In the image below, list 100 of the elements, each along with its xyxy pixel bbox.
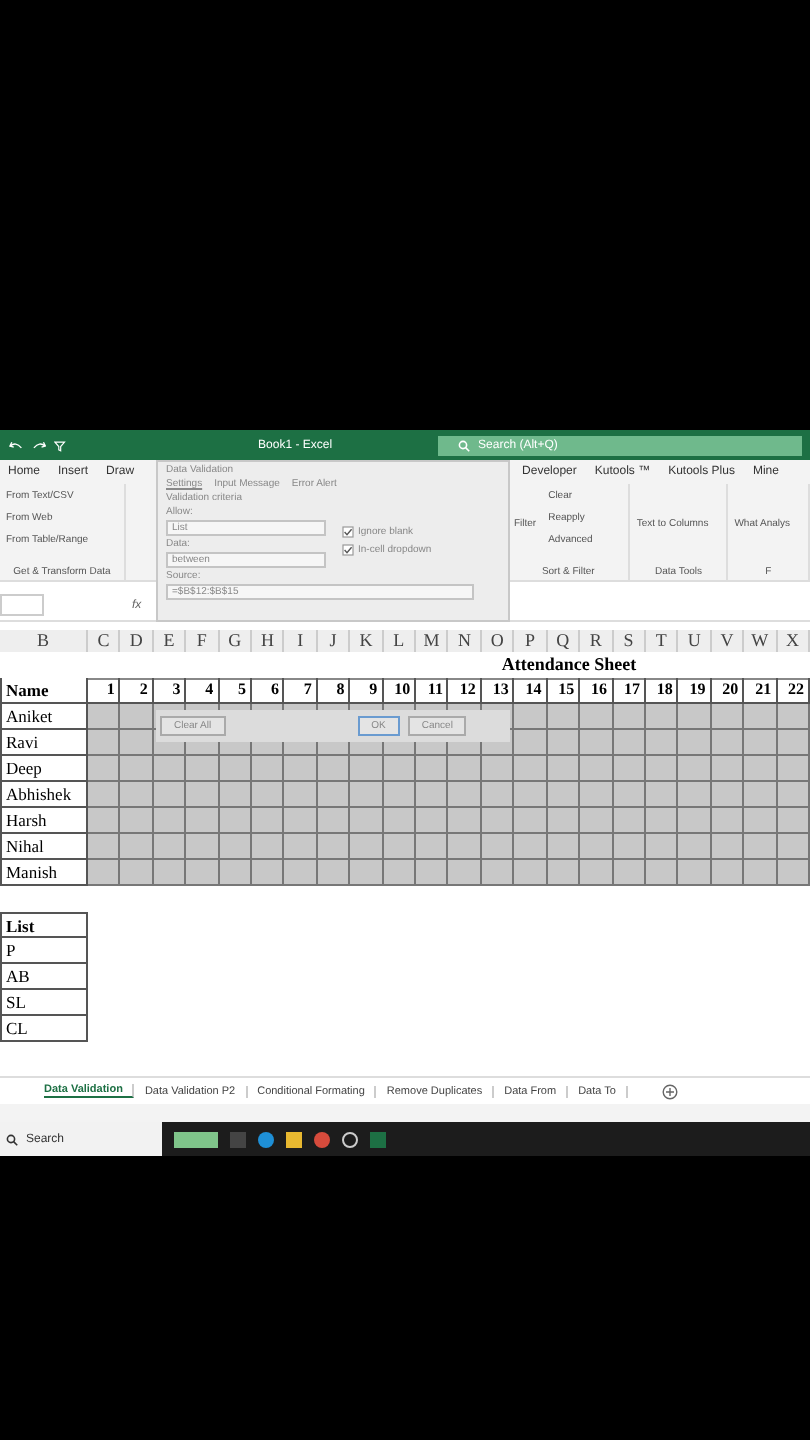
column-header[interactable]: T xyxy=(645,630,679,652)
attendance-cell[interactable] xyxy=(252,834,285,860)
attendance-cell[interactable] xyxy=(120,730,154,756)
attendance-cell[interactable] xyxy=(284,860,318,886)
attendance-cell[interactable] xyxy=(383,782,417,808)
attendance-cell[interactable] xyxy=(777,808,810,834)
column-header[interactable]: S xyxy=(613,630,646,652)
attendance-cell[interactable] xyxy=(580,704,614,730)
attendance-cell[interactable] xyxy=(744,730,778,756)
attendance-cell[interactable] xyxy=(547,730,581,756)
undo-icon[interactable] xyxy=(8,439,24,451)
attendance-cell[interactable] xyxy=(481,808,515,834)
filter-icon[interactable] xyxy=(54,439,67,451)
attendance-cell[interactable] xyxy=(547,756,581,782)
attendance-cell[interactable] xyxy=(613,730,646,756)
attendance-cell[interactable] xyxy=(383,834,417,860)
attendance-cell[interactable] xyxy=(120,834,154,860)
attendance-cell[interactable] xyxy=(678,834,712,860)
browser-icon[interactable] xyxy=(314,1131,330,1147)
column-header[interactable]: K xyxy=(350,630,384,652)
name-box[interactable] xyxy=(0,594,44,616)
attendance-cell[interactable] xyxy=(645,730,679,756)
attendance-cell[interactable] xyxy=(711,834,745,860)
attendance-cell[interactable] xyxy=(645,782,679,808)
attendance-cell[interactable] xyxy=(252,756,285,782)
attendance-cell[interactable] xyxy=(514,730,548,756)
attendance-cell[interactable] xyxy=(481,756,515,782)
attendance-cell[interactable] xyxy=(645,834,679,860)
attendance-cell[interactable] xyxy=(711,756,745,782)
attendance-cell[interactable] xyxy=(186,782,220,808)
attendance-cell[interactable] xyxy=(645,756,679,782)
attendance-cell[interactable] xyxy=(219,782,253,808)
attendance-cell[interactable] xyxy=(186,808,220,834)
attendance-cell[interactable] xyxy=(252,782,285,808)
attendance-cell[interactable] xyxy=(514,834,548,860)
attendance-cell[interactable] xyxy=(88,808,121,834)
attendance-cell[interactable] xyxy=(481,782,515,808)
spreadsheet-icon[interactable] xyxy=(370,1131,386,1147)
attendance-cell[interactable] xyxy=(547,704,581,730)
attendance-cell[interactable] xyxy=(678,860,712,886)
circle-icon[interactable] xyxy=(342,1131,358,1147)
attendance-cell[interactable] xyxy=(613,860,646,886)
attendance-cell[interactable] xyxy=(317,808,351,834)
attendance-cell[interactable] xyxy=(186,756,220,782)
attendance-cell[interactable] xyxy=(777,704,810,730)
attendance-cell[interactable] xyxy=(317,756,351,782)
attendance-cell[interactable] xyxy=(744,782,778,808)
attendance-cell[interactable] xyxy=(219,808,253,834)
attendance-cell[interactable] xyxy=(153,860,187,886)
folder-icon[interactable] xyxy=(286,1131,302,1147)
attendance-cell[interactable] xyxy=(448,808,482,834)
column-header[interactable]: L xyxy=(383,630,417,652)
attendance-cell[interactable] xyxy=(317,782,351,808)
attendance-cell[interactable] xyxy=(448,834,482,860)
attendance-cell[interactable] xyxy=(744,834,778,860)
attendance-cell[interactable] xyxy=(613,704,646,730)
attendance-cell[interactable] xyxy=(350,860,384,886)
column-header[interactable]: E xyxy=(153,630,187,652)
column-header[interactable]: P xyxy=(514,630,548,652)
attendance-cell[interactable] xyxy=(678,808,712,834)
attendance-cell[interactable] xyxy=(481,834,515,860)
attendance-cell[interactable] xyxy=(284,782,318,808)
attendance-cell[interactable] xyxy=(219,860,253,886)
column-header[interactable]: W xyxy=(744,630,778,652)
attendance-cell[interactable] xyxy=(186,834,220,860)
attendance-cell[interactable] xyxy=(711,782,745,808)
column-header[interactable]: G xyxy=(219,630,253,652)
attendance-cell[interactable] xyxy=(252,860,285,886)
attendance-cell[interactable] xyxy=(448,756,482,782)
attendance-cell[interactable] xyxy=(613,756,646,782)
column-header[interactable]: R xyxy=(580,630,614,652)
attendance-cell[interactable] xyxy=(350,782,384,808)
attendance-cell[interactable] xyxy=(645,808,679,834)
attendance-cell[interactable] xyxy=(613,808,646,834)
attendance-cell[interactable] xyxy=(580,834,614,860)
task-view-icon[interactable] xyxy=(230,1131,246,1147)
attendance-cell[interactable] xyxy=(678,730,712,756)
attendance-cell[interactable] xyxy=(284,756,318,782)
attendance-cell[interactable] xyxy=(514,860,548,886)
attendance-cell[interactable] xyxy=(284,808,318,834)
attendance-cell[interactable] xyxy=(678,756,712,782)
column-header[interactable]: V xyxy=(711,630,745,652)
column-header[interactable]: F xyxy=(186,630,220,652)
column-header[interactable]: O xyxy=(481,630,515,652)
attendance-cell[interactable] xyxy=(777,730,810,756)
attendance-cell[interactable] xyxy=(580,860,614,886)
attendance-cell[interactable] xyxy=(350,808,384,834)
attendance-cell[interactable] xyxy=(317,860,351,886)
attendance-cell[interactable] xyxy=(219,756,253,782)
attendance-cell[interactable] xyxy=(88,834,121,860)
column-header[interactable]: B xyxy=(0,630,88,652)
attendance-cell[interactable] xyxy=(777,756,810,782)
attendance-cell[interactable] xyxy=(252,808,285,834)
attendance-cell[interactable] xyxy=(481,860,515,886)
attendance-cell[interactable] xyxy=(88,860,121,886)
column-header[interactable]: X xyxy=(777,630,810,652)
attendance-cell[interactable] xyxy=(383,756,417,782)
attendance-cell[interactable] xyxy=(88,782,121,808)
attendance-cell[interactable] xyxy=(88,704,121,730)
attendance-cell[interactable] xyxy=(547,860,581,886)
